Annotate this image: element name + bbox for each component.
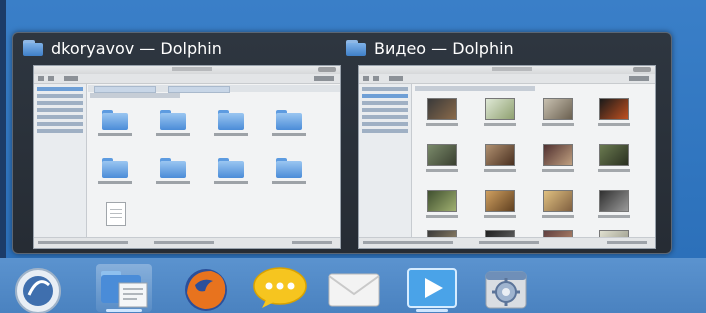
chat-button[interactable] [252, 264, 308, 312]
switcher-window-video[interactable]: Видео — Dolphin [346, 33, 664, 249]
window-title-bar: Видео — Dolphin [346, 33, 664, 63]
window-title: Видео — Dolphin [374, 38, 514, 58]
video-thumbnail [542, 144, 574, 172]
window-title: dkoryavov — Dolphin [51, 38, 222, 58]
folder-icon [156, 110, 190, 136]
window-thumbnail[interactable] [33, 65, 341, 249]
folder-icon [98, 110, 132, 136]
video-thumbnail [542, 98, 574, 126]
folder-icon [214, 110, 248, 136]
firefox-icon [185, 269, 227, 311]
video-thumbnail [484, 144, 516, 172]
video-thumbnail [484, 190, 516, 218]
media-player-icon [407, 268, 457, 308]
places-panel [34, 84, 87, 238]
dolphin-taskbar-button[interactable] [96, 264, 152, 312]
firefox-button[interactable] [178, 264, 234, 312]
video-thumbnail [598, 144, 630, 172]
taskbar-dock [0, 258, 706, 313]
window-thumbnail[interactable] [358, 65, 656, 249]
mail-envelope-icon [328, 273, 380, 307]
media-player-button[interactable] [404, 264, 460, 312]
video-thumbnail [598, 190, 630, 218]
video-thumbnail [598, 98, 630, 126]
folder-icon [346, 40, 366, 56]
system-settings-button[interactable] [478, 264, 534, 312]
status-bar [359, 237, 655, 248]
mail-button[interactable] [326, 264, 382, 312]
folder-icon [23, 40, 43, 56]
video-thumbnail [484, 98, 516, 126]
folder-icon [272, 158, 306, 184]
video-thumbnail [426, 190, 458, 218]
window-title-bar: dkoryavov — Dolphin [23, 33, 341, 63]
dolphin-file-manager-icon [101, 271, 148, 308]
folder-icon [272, 110, 306, 136]
folder-icon [156, 158, 190, 184]
places-panel [359, 84, 412, 238]
status-bar [34, 237, 340, 248]
switcher-window-dkoryavov[interactable]: dkoryavov — Dolphin [23, 33, 341, 249]
system-settings-icon [485, 271, 527, 309]
folder-icon [98, 158, 132, 184]
video-thumbnail [426, 144, 458, 172]
folder-icon [214, 158, 248, 184]
window-switcher: dkoryavov — Dolphin Видео — Dolphin [12, 32, 672, 254]
kde-launcher-button[interactable] [10, 264, 66, 313]
document-icon [106, 202, 126, 226]
kde-launcher-icon [15, 268, 61, 313]
video-thumbnail [426, 98, 458, 126]
video-thumbnail [542, 190, 574, 218]
chat-bubble-icon [253, 267, 307, 308]
